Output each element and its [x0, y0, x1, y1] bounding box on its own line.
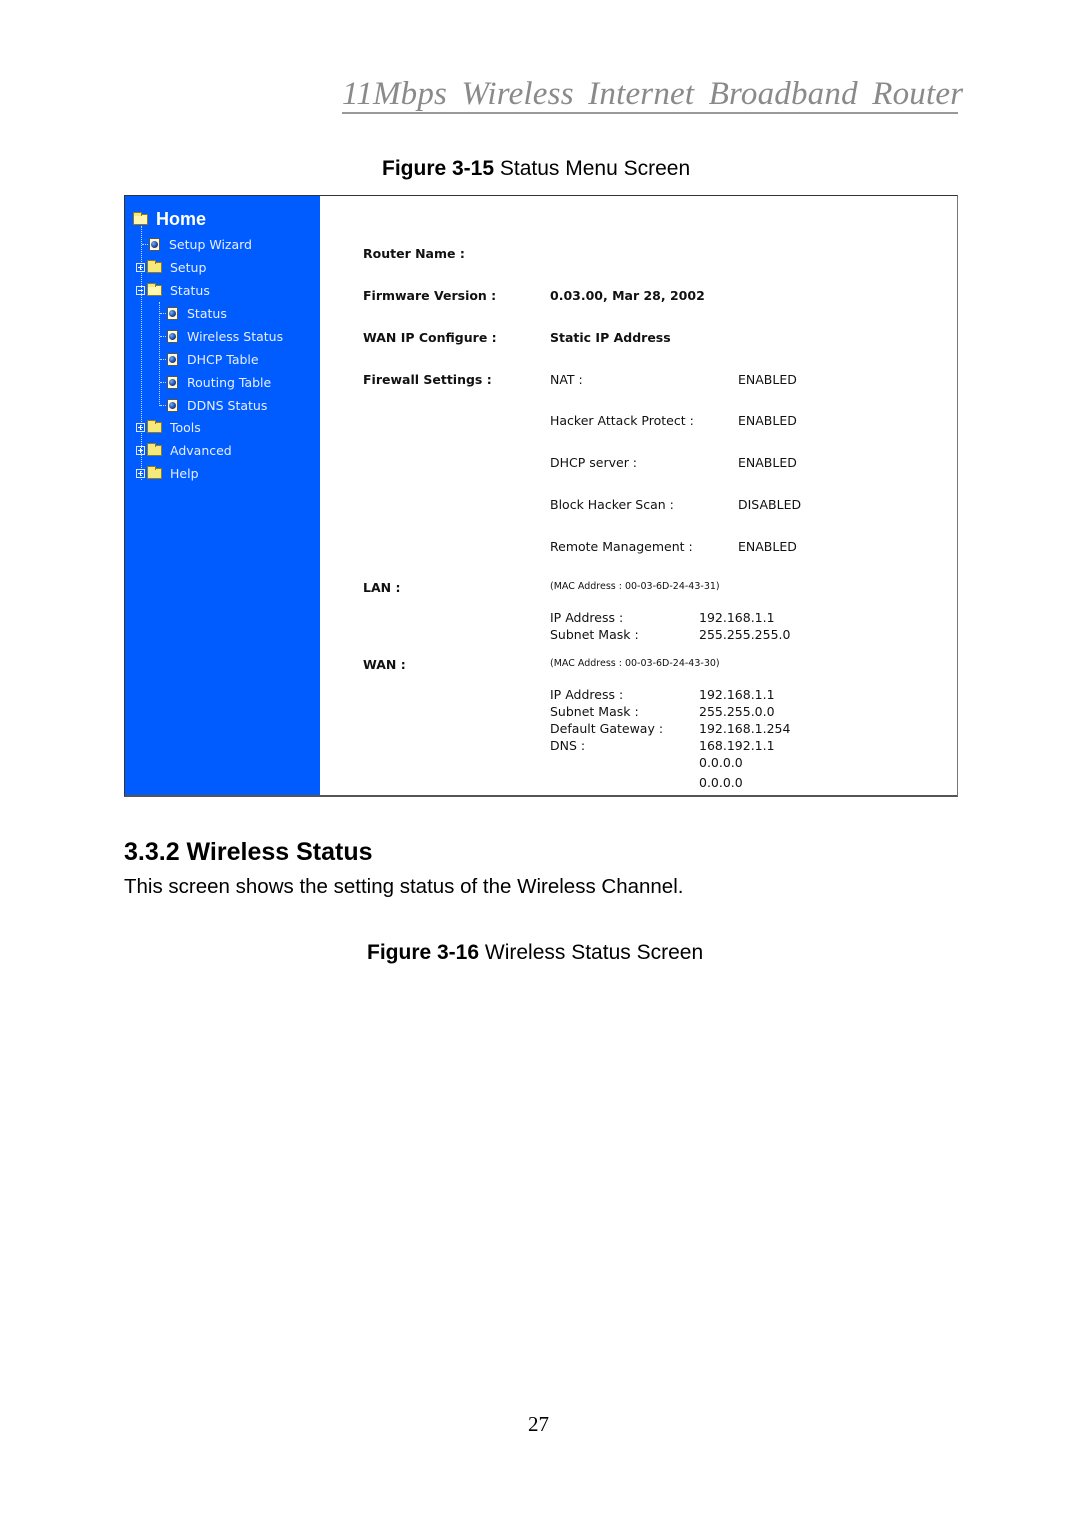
figure-caption-text: Wireless Status Screen [479, 941, 704, 964]
sidebar-item-label: DDNS Status [187, 397, 268, 413]
firewall-setting-value: ENABLED [738, 539, 797, 554]
sidebar-item-status-folder[interactable]: Status [136, 281, 210, 299]
firewall-setting-name: Hacker Attack Protect : [550, 413, 694, 428]
sidebar-item-help[interactable]: Help [136, 464, 199, 482]
sidebar-item-status[interactable]: Status [167, 304, 227, 322]
sidebar-item-label: Routing Table [187, 374, 272, 390]
sidebar-item-label: Status [170, 282, 210, 298]
sidebar-item-setup[interactable]: Setup [136, 258, 206, 276]
folder-open-icon [147, 282, 162, 296]
wan-subnet-label: Subnet Mask : [550, 704, 639, 719]
sidebar-item-label: Advanced [170, 442, 232, 458]
page-icon [149, 237, 160, 251]
expand-plus-icon[interactable] [136, 422, 145, 432]
running-header-rule [342, 112, 958, 114]
firewall-setting-name: NAT : [550, 372, 583, 387]
firewall-setting-name: Block Hacker Scan : [550, 497, 674, 512]
firewall-setting-value: ENABLED [738, 413, 797, 428]
firewall-setting-value: ENABLED [738, 455, 797, 470]
page-number: 27 [528, 1412, 549, 1436]
sidebar-item-wireless-status[interactable]: Wireless Status [167, 327, 283, 345]
lan-ip-value: 192.168.1.1 [699, 610, 775, 625]
sidebar-item-label: Status [187, 305, 227, 321]
wan-gateway-value: 192.168.1.254 [699, 721, 791, 736]
sidebar-item-tools[interactable]: Tools [136, 418, 201, 436]
page-icon [167, 329, 178, 343]
wan-label: WAN : [363, 657, 406, 672]
figure-3-15-caption: Figure 3-15 Status Menu Screen [382, 157, 690, 181]
figure-caption-text: Status Menu Screen [494, 157, 691, 180]
sidebar-item-ddns-status[interactable]: DDNS Status [167, 396, 267, 414]
running-header-title: 11Mbps Wireless Internet Broadband Route… [342, 76, 964, 112]
lan-subnet-value: 255.255.255.0 [699, 627, 791, 642]
tree-line [159, 302, 160, 406]
firewall-setting-value: ENABLED [738, 372, 797, 387]
sidebar-item-dhcp-table[interactable]: DHCP Table [167, 350, 259, 368]
router-status-screenshot: Home Setup Wizard Setup Status Status Wi… [124, 195, 958, 797]
firewall-settings-label: Firewall Settings : [363, 372, 492, 387]
wan-dns-label: DNS : [550, 738, 586, 753]
firewall-setting-value: DISABLED [738, 497, 802, 512]
firmware-version-label: Firmware Version : [363, 288, 497, 303]
page-icon [167, 352, 178, 366]
lan-mac-address: (MAC Address : 00-03-6D-24-43-31) [550, 581, 720, 592]
sidebar-item-advanced[interactable]: Advanced [136, 441, 232, 459]
lan-ip-label: IP Address : [550, 610, 624, 625]
wan-mac-address: (MAC Address : 00-03-6D-24-43-30) [550, 658, 720, 669]
sidebar-item-setup-wizard[interactable]: Setup Wizard [149, 235, 252, 253]
sidebar-item-label: DHCP Table [187, 351, 259, 367]
sidebar-nav: Home Setup Wizard Setup Status Status Wi… [125, 196, 320, 795]
wan-ip-configure-label: WAN IP Configure : [363, 330, 497, 345]
expand-plus-icon[interactable] [136, 468, 145, 478]
status-content-panel: Router Name : Firmware Version : 0.03.00… [320, 196, 957, 795]
wan-gateway-label: Default Gateway : [550, 721, 664, 736]
wan-dns-value: 0.0.0.0 [699, 775, 743, 790]
sidebar-item-label: Setup [170, 259, 207, 275]
sidebar-item-routing-table[interactable]: Routing Table [167, 373, 271, 391]
figure-label: Figure 3-16 [367, 941, 480, 964]
wan-ip-configure-value: Static IP Address [550, 330, 671, 345]
expand-plus-icon[interactable] [136, 262, 145, 272]
section-heading: 3.3.2 Wireless Status [124, 838, 373, 866]
wan-dns-value: 168.192.1.1 [699, 738, 775, 753]
lan-subnet-label: Subnet Mask : [550, 627, 639, 642]
collapse-minus-icon[interactable] [136, 285, 145, 295]
page-icon [167, 375, 178, 389]
sidebar-item-label: Setup Wizard [169, 236, 252, 252]
page-icon [167, 306, 178, 320]
figure-label: Figure 3-15 [382, 157, 495, 180]
section-body-text: This screen shows the setting status of … [124, 875, 684, 898]
sidebar-item-label: Help [170, 465, 199, 481]
folder-open-icon [133, 211, 148, 225]
sidebar-item-label: Tools [170, 419, 201, 435]
wan-subnet-value: 255.255.0.0 [699, 704, 775, 719]
page-icon [167, 398, 178, 412]
figure-3-16-caption: Figure 3-16 Wireless Status Screen [367, 941, 703, 965]
wan-ip-value: 192.168.1.1 [699, 687, 775, 702]
folder-icon [147, 419, 162, 433]
lan-label: LAN : [363, 580, 401, 595]
firmware-version-value: 0.03.00, Mar 28, 2002 [550, 288, 705, 303]
firewall-setting-name: DHCP server : [550, 455, 638, 470]
firewall-setting-name: Remote Management : [550, 539, 693, 554]
wan-ip-label: IP Address : [550, 687, 624, 702]
folder-icon [147, 442, 162, 456]
sidebar-item-label: Home [156, 208, 207, 229]
sidebar-item-home[interactable]: Home [133, 208, 207, 229]
wan-dns-value: 0.0.0.0 [699, 755, 743, 770]
router-name-label: Router Name : [363, 246, 465, 261]
folder-icon [147, 259, 162, 273]
folder-icon [147, 465, 162, 479]
expand-plus-icon[interactable] [136, 445, 145, 455]
sidebar-item-label: Wireless Status [187, 328, 284, 344]
